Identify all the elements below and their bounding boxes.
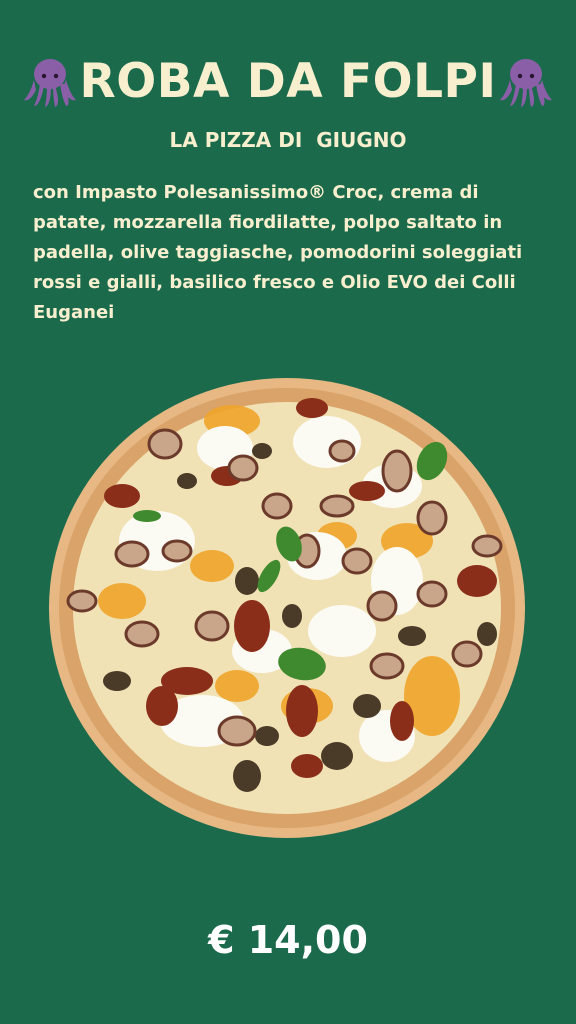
octopus-icon — [498, 54, 554, 110]
subtitle: LA PIZZA DI GIUGNO — [169, 128, 407, 152]
ingredients-description: con Impasto Polesanissimo® Croc, crema d… — [33, 182, 523, 323]
octopus-icon — [22, 54, 78, 110]
pizza-image — [47, 376, 527, 840]
price: € 14,00 — [208, 918, 368, 962]
header: ROBA DA FOLPI — [0, 52, 576, 112]
page-title: ROBA DA FOLPI — [79, 54, 497, 109]
